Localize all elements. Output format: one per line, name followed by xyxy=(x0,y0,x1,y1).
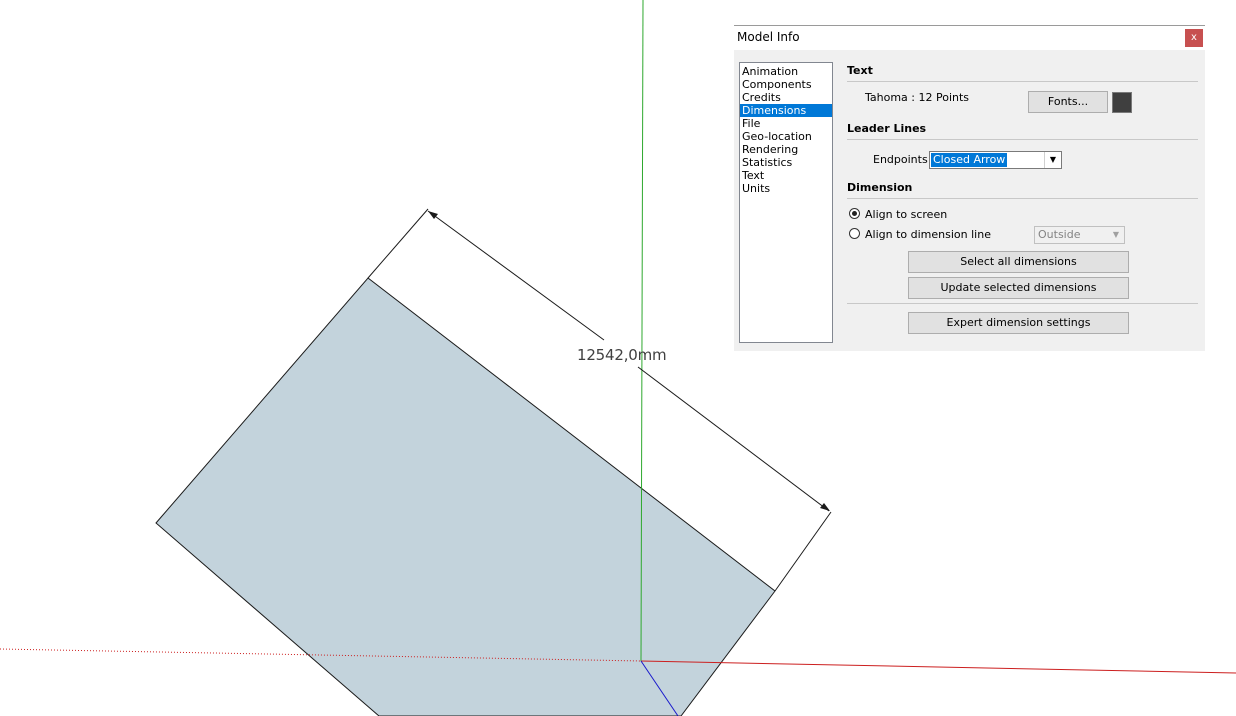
dialog-titlebar[interactable]: Model Info x xyxy=(734,26,1205,50)
leader-lines-divider xyxy=(847,139,1198,140)
align-line-label[interactable]: Align to dimension line xyxy=(865,228,991,241)
nav-item-statistics[interactable]: Statistics xyxy=(740,156,832,169)
fonts-button[interactable]: Fonts... xyxy=(1028,91,1108,113)
dimension-extension-line xyxy=(367,208,429,279)
dimension-line[interactable] xyxy=(637,366,830,512)
nav-item-rendering[interactable]: Rendering xyxy=(740,143,832,156)
chevron-down-icon: ▼ xyxy=(1112,230,1120,239)
endpoints-selected-value: Closed Arrow xyxy=(931,153,1008,167)
dimension-label[interactable]: 12542,0mm xyxy=(577,346,667,364)
font-info: Tahoma : 12 Points xyxy=(865,91,970,104)
nav-item-credits[interactable]: Credits xyxy=(740,91,832,104)
nav-item-dimensions[interactable]: Dimensions xyxy=(740,104,832,117)
nav-item-animation[interactable]: Animation xyxy=(740,65,832,78)
position-selected-value: Outside xyxy=(1038,228,1081,241)
expert-divider xyxy=(847,303,1198,304)
category-list[interactable]: Animation Components Credits Dimensions … xyxy=(739,62,833,343)
endpoints-label: Endpoints: xyxy=(873,153,932,166)
update-selected-dimensions-button[interactable]: Update selected dimensions xyxy=(908,277,1129,299)
text-section-divider xyxy=(847,81,1198,82)
rectangle-face[interactable] xyxy=(155,277,776,716)
align-screen-radio[interactable] xyxy=(849,208,860,219)
align-line-radio[interactable] xyxy=(849,228,860,239)
expert-dimension-settings-button[interactable]: Expert dimension settings xyxy=(908,312,1129,334)
dimension-extension-line xyxy=(774,511,832,592)
dimension-position-select[interactable]: Outside ▼ xyxy=(1034,226,1125,244)
close-button[interactable]: x xyxy=(1185,29,1203,47)
nav-item-components[interactable]: Components xyxy=(740,78,832,91)
dimension-section-divider xyxy=(847,198,1198,199)
chevron-down-icon: ▼ xyxy=(1044,152,1061,168)
dimension-line[interactable] xyxy=(427,210,605,341)
nav-item-geo-location[interactable]: Geo-location xyxy=(740,130,832,143)
dimension-section-title: Dimension xyxy=(847,181,913,194)
model-info-dialog: Model Info x Animation Components Credit… xyxy=(734,25,1205,351)
select-all-dimensions-button[interactable]: Select all dimensions xyxy=(908,251,1129,273)
dimension-arrowhead xyxy=(820,503,830,511)
align-screen-label[interactable]: Align to screen xyxy=(865,208,947,221)
dialog-title: Model Info xyxy=(737,30,800,44)
leader-lines-title: Leader Lines xyxy=(847,122,927,135)
endpoints-select[interactable]: Closed Arrow ▼ xyxy=(929,151,1062,169)
red-axis xyxy=(640,660,1236,674)
nav-item-text[interactable]: Text xyxy=(740,169,832,182)
nav-item-file[interactable]: File xyxy=(740,117,832,130)
text-color-swatch[interactable] xyxy=(1112,92,1132,113)
nav-item-units[interactable]: Units xyxy=(740,182,832,195)
text-section-title: Text xyxy=(847,64,873,77)
